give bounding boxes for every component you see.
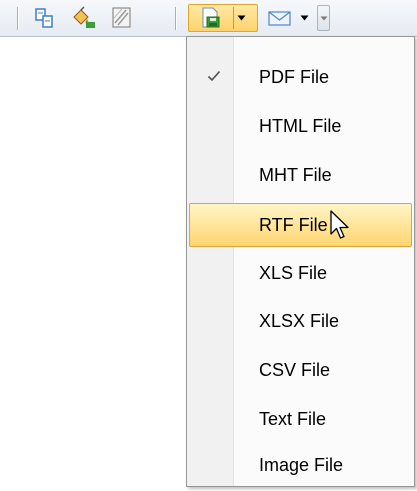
- menu-item-pdf-file[interactable]: PDF File: [189, 55, 412, 99]
- toolbar-separator: [17, 7, 18, 30]
- mouse-cursor-icon: [330, 210, 349, 239]
- export-format-menu: PDF File HTML File MHT File RTF File XLS…: [186, 36, 415, 487]
- export-document-button[interactable]: [188, 4, 258, 32]
- menu-item-rtf-file[interactable]: RTF File: [189, 203, 412, 247]
- multiple-pages-icon: [35, 8, 53, 28]
- chevron-down-icon[interactable]: [237, 15, 246, 21]
- menu-item-mht-file[interactable]: MHT File: [189, 153, 412, 197]
- menu-item-html-file[interactable]: HTML File: [189, 104, 412, 148]
- toolbar: [0, 0, 417, 37]
- background-color-button[interactable]: [68, 5, 98, 31]
- toolbar-overflow-button[interactable]: [317, 5, 330, 31]
- menu-item-xlsx-file[interactable]: XLSX File: [189, 299, 412, 343]
- menu-item-text-file[interactable]: Text File: [189, 397, 412, 441]
- checkmark-icon: [207, 70, 221, 82]
- menu-item-label: Image File: [259, 455, 344, 475]
- send-email-button[interactable]: [266, 5, 294, 31]
- menu-item-label: XLS File: [259, 263, 328, 283]
- split-button-divider: [233, 7, 234, 29]
- toolbar-separator: [175, 7, 176, 30]
- menu-item-label: RTF File: [259, 215, 328, 235]
- menu-item-label: CSV File: [259, 360, 331, 380]
- menu-item-xls-file[interactable]: XLS File: [189, 251, 412, 295]
- multiple-pages-button[interactable]: [32, 5, 58, 31]
- menu-item-image-file[interactable]: Image File: [189, 443, 412, 487]
- watermark-button[interactable]: [109, 5, 135, 31]
- menu-item-label: XLSX File: [259, 311, 340, 331]
- menu-item-label: PDF File: [259, 67, 330, 87]
- watermark-icon: [112, 7, 131, 28]
- menu-item-label: HTML File: [259, 116, 342, 136]
- background-color-icon: [73, 6, 95, 28]
- export-document-icon: [202, 7, 220, 28]
- chevron-down-icon: [320, 16, 328, 21]
- menu-item-label: MHT File: [259, 165, 332, 185]
- chevron-down-icon[interactable]: [300, 15, 309, 21]
- menu-item-label: Text File: [259, 409, 327, 429]
- send-email-icon: [268, 11, 291, 26]
- menu-item-csv-file[interactable]: CSV File: [189, 348, 412, 392]
